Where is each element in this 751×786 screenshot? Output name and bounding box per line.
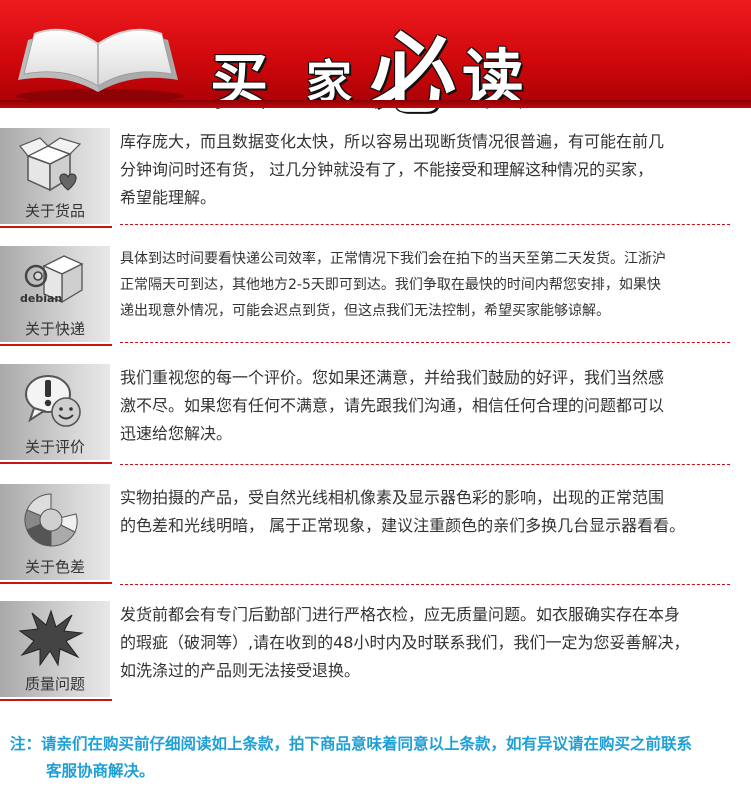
chat-smiley-icon <box>25 375 81 427</box>
dashed-divider <box>120 464 730 465</box>
section-label: 关于货品 <box>24 202 85 220</box>
red-underline <box>0 344 112 346</box>
title-char-3: 必 <box>370 25 456 125</box>
note-line: 注：请亲们在购买前仔细阅读如上条款，拍下商品意味着同意以上条款，如有异议请在购买… <box>10 735 693 753</box>
section-label: 关于评价 <box>24 438 85 456</box>
text-line: 正常隔天可到达，其他地方2-5天即可到达。我们争取在最快的时间内帮您安排，如果快 <box>120 277 661 293</box>
section-text: 实物拍摄的产品，受自然光线相机像素及显示器色彩的影响，出现的正常范围 的色差和光… <box>120 484 730 540</box>
dashed-divider <box>120 342 730 343</box>
box-heart-icon <box>19 137 82 192</box>
info-row-goods: 关于货品 库存庞大，而且数据变化太快，所以容易出现断货情况很普遍，有可能在前几 … <box>0 128 751 238</box>
section-label: 质量问题 <box>24 675 85 693</box>
red-underline <box>0 582 112 584</box>
info-row-delivery: debian 关于快递 具体到达时间要看快递公司效率，正常情况下我们会在拍下的当… <box>0 246 751 356</box>
section-text: 我们重视您的每一个评价。您如果还满意，并给我们鼓励的好评，我们当然感 激不尽。如… <box>120 364 730 448</box>
burst-icon <box>18 609 84 667</box>
open-book-icon <box>16 28 184 103</box>
section-badge: 关于货品 <box>0 128 112 228</box>
text-line: 的瑕疵（破洞等）,请在收到的48小时内及时联系我们，我们一定为您妥善解决， <box>120 633 690 652</box>
section-label: 关于色差 <box>24 558 85 576</box>
section-badge: 质量问题 <box>0 601 112 701</box>
red-underline <box>0 462 112 464</box>
debian-wordmark: debian <box>20 292 62 305</box>
text-line: 递出现意外情况，可能会迟点到货，但这点我们无法控制，希望买家能够谅解。 <box>120 303 610 319</box>
section-text: 库存庞大，而且数据变化太快，所以容易出现断货情况很普遍，有可能在前几 分钟询问时… <box>120 128 730 212</box>
info-row-quality: 质量问题 发货前都会有专门后勤部门进行严格衣检，应无质量问题。如衣服确实存在本身… <box>0 601 751 711</box>
debian-box-icon: debian <box>20 255 84 305</box>
text-line: 发货前都会有专门后勤部门进行严格衣检，应无质量问题。如衣服确实存在本身 <box>120 605 681 624</box>
section-badge: 关于色差 <box>0 484 112 584</box>
text-line: 希望能理解。 <box>120 188 217 207</box>
text-line: 具体到达时间要看快递公司效率，正常情况下我们会在拍下的当天至第二天发货。江浙沪 <box>120 251 666 267</box>
text-line: 我们重视您的每一个评价。您如果还满意，并给我们鼓励的好评，我们当然感 <box>120 368 665 387</box>
page-title: 买 家 必 读 <box>210 6 540 125</box>
banner-shadow <box>0 100 751 108</box>
text-line: 库存庞大，而且数据变化太快，所以容易出现断货情况很普遍，有可能在前几 <box>120 132 665 151</box>
text-line: 实物拍摄的产品，受自然光线相机像素及显示器色彩的影响，出现的正常范围 <box>120 488 665 507</box>
section-text: 具体到达时间要看快递公司效率，正常情况下我们会在拍下的当天至第二天发货。江浙沪 … <box>120 246 730 324</box>
section-label: 关于快递 <box>24 320 85 338</box>
header-banner: 买 家 必 读 <box>0 0 751 125</box>
footer-note: 注：请亲们在购买前仔细阅读如上条款，拍下商品意味着同意以上条款，如有异议请在购买… <box>10 731 745 785</box>
text-line: 如洗涤过的产品则无法接受退换。 <box>120 661 361 680</box>
note-line: 客服协商解决。 <box>46 762 155 780</box>
dashed-divider <box>120 224 730 225</box>
info-row-color: 关于色差 实物拍摄的产品，受自然光线相机像素及显示器色彩的影响，出现的正常范围 … <box>0 484 751 588</box>
section-badge: 关于评价 <box>0 364 112 464</box>
color-wheel-icon <box>24 493 78 547</box>
text-line: 分钟询问时还有货， 过几分钟就没有了，不能接受和理解这种情况的买家， <box>120 160 654 179</box>
dashed-divider <box>120 584 730 585</box>
info-row-review: 关于评价 我们重视您的每一个评价。您如果还满意，并给我们鼓励的好评，我们当然感 … <box>0 364 751 474</box>
text-line: 迅速给您解决。 <box>120 424 233 443</box>
section-badge: debian 关于快递 <box>0 246 112 346</box>
section-text: 发货前都会有专门后勤部门进行严格衣检，应无质量问题。如衣服确实存在本身 的瑕疵（… <box>120 601 730 685</box>
red-underline <box>0 699 112 701</box>
text-line: 激不尽。如果您有任何不满意，请先跟我们沟通，相信任何合理的问题都可以 <box>120 396 665 415</box>
text-line: 的色差和光线明暗， 属于正常现象，建议注重颜色的亲们多换几台显示器看看。 <box>120 516 686 535</box>
red-underline <box>0 226 112 228</box>
